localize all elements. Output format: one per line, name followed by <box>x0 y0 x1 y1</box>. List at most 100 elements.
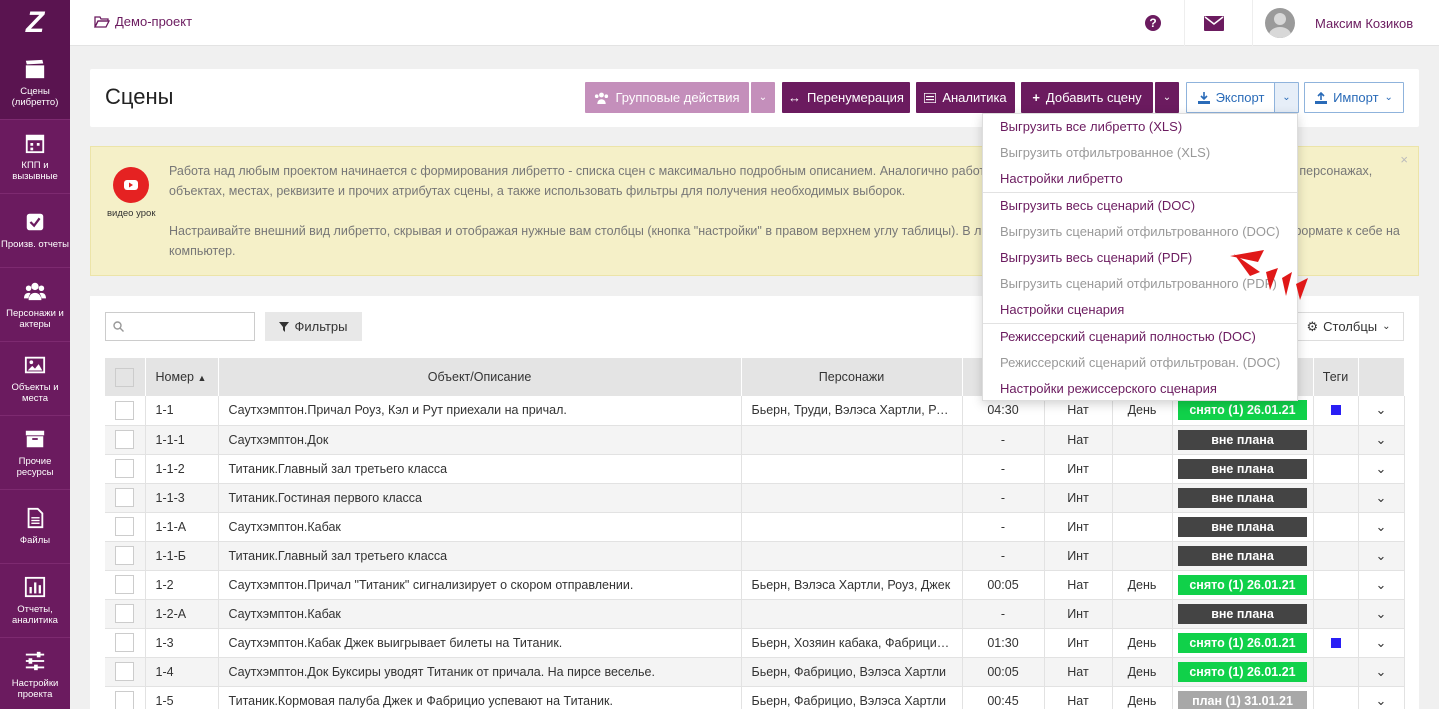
sidebar-item-reports[interactable]: Произв. отчеты <box>0 194 70 268</box>
row-select-cell[interactable] <box>105 425 146 455</box>
sidebar-item-objects[interactable]: Объекты и места <box>0 342 70 416</box>
row-expand-cell[interactable]: ⌄ <box>1358 686 1405 709</box>
row-expand-cell[interactable]: ⌄ <box>1358 396 1405 426</box>
chevron-down-icon[interactable]: ⌄ <box>1376 461 1387 476</box>
chevron-down-icon[interactable]: ⌄ <box>1376 519 1387 534</box>
row-expand-cell[interactable]: ⌄ <box>1358 541 1405 571</box>
row-checkbox[interactable] <box>115 517 135 536</box>
filters-button[interactable]: Фильтры <box>265 312 362 341</box>
add-scene-button[interactable]: + Добавить сцену <box>1021 82 1153 113</box>
chevron-down-icon[interactable]: ⌄ <box>1376 664 1387 679</box>
chevron-down-icon[interactable]: ⌄ <box>1376 577 1387 592</box>
row-select-cell[interactable] <box>105 628 146 658</box>
columns-button[interactable]: ⚙ Столбцы ⌄ <box>1293 312 1404 341</box>
sidebar-item-label: Настройки проекта <box>11 677 59 700</box>
sidebar-item-characters[interactable]: Персонажи и актеры <box>0 268 70 342</box>
row-select-cell[interactable] <box>105 541 146 571</box>
chevron-down-icon[interactable]: ⌄ <box>1376 693 1387 708</box>
table-row[interactable]: 1-1-3 Титаник.Гостиная первого класса - Инт… <box>105 483 1405 513</box>
table-row[interactable]: 1-1-2 Титаник.Главный зал третьего класса… <box>105 454 1405 484</box>
row-checkbox[interactable] <box>115 691 135 709</box>
table-row[interactable]: 1-5 Титаник.Кормовая палуба Джек и Фабриц… <box>105 686 1405 709</box>
table-row[interactable]: 1-2 Саутхэмптон.Причал "Титаник" сигнализ… <box>105 570 1405 600</box>
row-select-cell[interactable] <box>105 396 146 426</box>
row-checkbox[interactable] <box>115 575 135 594</box>
table-row[interactable]: 1-1-1 Саутхэмптон.Док - Нат вне плана ⌄ <box>105 425 1405 455</box>
row-checkbox[interactable] <box>115 546 135 565</box>
row-select-cell[interactable] <box>105 599 146 629</box>
sidebar-item-resources[interactable]: Прочие ресурсы <box>0 416 70 490</box>
scene-characters <box>741 599 963 629</box>
row-select-cell[interactable] <box>105 570 146 600</box>
export-button[interactable]: Экспорт <box>1186 82 1276 113</box>
row-expand-cell[interactable]: ⌄ <box>1358 512 1405 542</box>
export-menu-item[interactable]: Настройки либретто <box>983 166 1297 192</box>
user-menu[interactable]: Максим Козиков <box>1252 0 1439 46</box>
avatar <box>1265 8 1295 38</box>
sidebar-item-files[interactable]: Файлы <box>0 490 70 564</box>
row-select-cell[interactable] <box>105 483 146 513</box>
row-expand-cell[interactable]: ⌄ <box>1358 657 1405 687</box>
column-tags[interactable]: Теги <box>1313 358 1359 396</box>
sidebar-item-scenes[interactable]: Сцены (либретто) <box>0 46 70 120</box>
export-menu-item[interactable]: Выгрузить все либретто (XLS) <box>983 114 1297 140</box>
table-row[interactable]: 1-3 Саутхэмптон.Кабак Джек выигрывает бил… <box>105 628 1405 658</box>
row-select-cell[interactable] <box>105 657 146 687</box>
row-expand-cell[interactable]: ⌄ <box>1358 599 1405 629</box>
export-menu-item[interactable]: Выгрузить весь сценарий (DOC) <box>983 193 1297 219</box>
group-actions-toggle[interactable]: ⌄ <box>751 82 775 113</box>
row-expand-cell[interactable]: ⌄ <box>1358 570 1405 600</box>
export-menu-item[interactable]: Режиссерский сценарий полностью (DOC) <box>983 324 1297 350</box>
table-row[interactable]: 1-4 Саутхэмптон.Док Буксиры уводят Титани… <box>105 657 1405 687</box>
video-play-button[interactable] <box>113 167 149 203</box>
row-checkbox[interactable] <box>115 488 135 507</box>
row-expand-cell[interactable]: ⌄ <box>1358 628 1405 658</box>
row-select-cell[interactable] <box>105 454 146 484</box>
renumber-button[interactable]: ↔ Перенумерация <box>782 82 910 113</box>
add-scene-toggle[interactable]: ⌄ <box>1155 82 1179 113</box>
row-checkbox[interactable] <box>115 459 135 478</box>
sidebar-item-kpp[interactable]: КПП и вызывные <box>0 120 70 194</box>
close-icon[interactable]: × <box>1400 152 1408 167</box>
column-number[interactable]: Номер ▲ <box>145 358 219 396</box>
table-row[interactable]: 1-1-Б Титаник.Главный зал третьего класса… <box>105 541 1405 571</box>
video-lesson-label: видео урок <box>107 208 156 219</box>
sidebar-item-settings[interactable]: Настройки проекта <box>0 638 70 709</box>
project-link[interactable]: Демо-проект <box>94 14 192 29</box>
chevron-down-icon[interactable]: ⌄ <box>1376 606 1387 621</box>
row-checkbox[interactable] <box>115 604 135 623</box>
table-row[interactable]: 1-1-А Саутхэмптон.Кабак - Инт вне плана ⌄ <box>105 512 1405 542</box>
sidebar-item-analytics[interactable]: Отчеты, аналитика <box>0 564 70 638</box>
row-checkbox[interactable] <box>115 633 135 652</box>
column-object[interactable]: Объект/Описание <box>218 358 742 396</box>
chevron-down-icon[interactable]: ⌄ <box>1376 490 1387 505</box>
search-input[interactable] <box>105 312 255 341</box>
row-checkbox[interactable] <box>115 430 135 449</box>
scene-tags-cell <box>1313 657 1359 687</box>
table-row[interactable]: 1-2-А Саутхэмптон.Кабак - Инт вне плана ⌄ <box>105 599 1405 629</box>
filter-icon <box>279 321 290 332</box>
group-actions-button[interactable]: Групповые действия <box>585 82 749 113</box>
select-all-cell[interactable] <box>105 358 146 396</box>
import-button[interactable]: Импорт ⌄ <box>1304 82 1404 113</box>
row-checkbox[interactable] <box>115 400 135 420</box>
messages-button[interactable] <box>1184 0 1242 46</box>
export-toggle[interactable]: ⌄ <box>1274 82 1299 113</box>
app-logo[interactable]: Z <box>0 0 70 46</box>
status-badge: снято (1) 26.01.21 <box>1178 661 1307 682</box>
row-select-cell[interactable] <box>105 512 146 542</box>
chevron-down-icon[interactable]: ⌄ <box>1376 548 1387 563</box>
chevron-down-icon[interactable]: ⌄ <box>1376 402 1387 417</box>
column-characters[interactable]: Персонажи <box>741 358 963 396</box>
row-select-cell[interactable] <box>105 686 146 709</box>
row-expand-cell[interactable]: ⌄ <box>1358 483 1405 513</box>
chevron-down-icon[interactable]: ⌄ <box>1376 432 1387 447</box>
help-button[interactable]: ? <box>1124 0 1182 46</box>
row-expand-cell[interactable]: ⌄ <box>1358 425 1405 455</box>
row-expand-cell[interactable]: ⌄ <box>1358 454 1405 484</box>
analytics-button[interactable]: Аналитика <box>916 82 1015 113</box>
chevron-down-icon[interactable]: ⌄ <box>1376 635 1387 650</box>
export-menu-item[interactable]: Настройки режиссерского сценария <box>983 376 1297 402</box>
row-checkbox[interactable] <box>115 662 135 681</box>
select-all-checkbox[interactable] <box>115 367 135 387</box>
